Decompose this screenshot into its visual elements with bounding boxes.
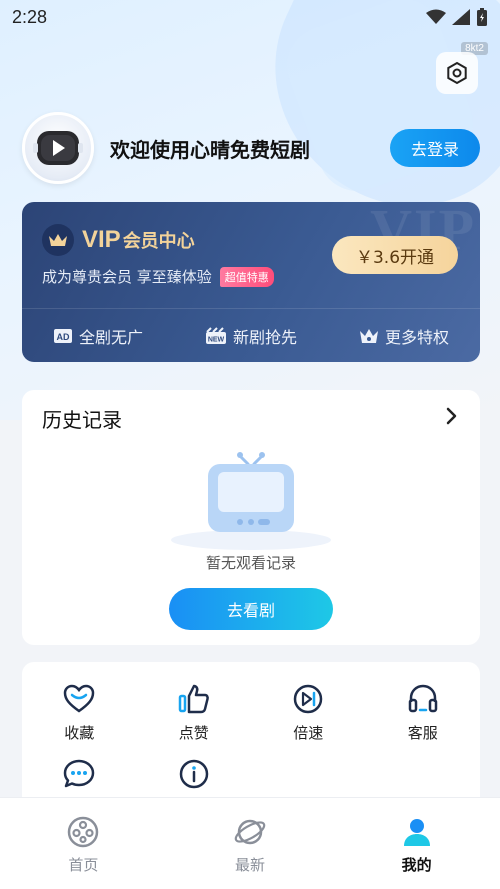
welcome-text: 欢迎使用心晴免费短剧 — [110, 137, 310, 162]
status-time: 2:28 — [12, 6, 48, 27]
divider — [22, 308, 480, 309]
chevron-right-icon — [446, 407, 457, 425]
svg-text:NEW: NEW — [208, 337, 225, 344]
wifi-icon — [426, 9, 446, 24]
thumbs-up-icon — [178, 684, 209, 714]
vip-title: VIP 会员中心 — [42, 224, 195, 256]
vip-subtitle-row: 成为尊贵会员 享至臻体验 超值特惠 — [42, 266, 274, 287]
signal-icon — [452, 9, 470, 25]
tool-label: 倍速 — [293, 724, 324, 742]
settings-button[interactable] — [436, 52, 478, 94]
tool-speed[interactable]: 倍速 — [251, 684, 366, 743]
robot-avatar-icon — [33, 131, 83, 165]
tool-favorites[interactable]: 收藏 — [22, 684, 137, 743]
status-icons — [426, 8, 488, 26]
battery-icon — [477, 8, 487, 26]
nav-label: 我的 — [401, 856, 432, 874]
status-bar: 2:28 — [0, 0, 500, 34]
nav-mine[interactable]: 我的 — [333, 798, 500, 889]
history-title: 历史记录 — [42, 408, 122, 432]
tv-icon — [171, 452, 331, 550]
tool-label: 收藏 — [64, 724, 95, 742]
empty-tv-illustration — [170, 444, 332, 554]
crown-icon — [359, 329, 378, 343]
vip-word: VIP — [82, 226, 121, 253]
history-card: 历史记录 暂无观看记录 去看剧 — [22, 390, 480, 645]
crown-icon — [49, 234, 67, 246]
person-icon — [403, 819, 430, 846]
perk-new-dramas[interactable]: NEW 新剧抢先 — [205, 324, 297, 348]
tool-label: 点赞 — [178, 724, 209, 742]
avatar[interactable] — [22, 112, 94, 184]
vip-perks: AD 全剧无广 NEW 新剧抢先 更多特权 — [22, 310, 480, 362]
perk-label: 更多特权 — [384, 328, 449, 347]
chat-icon — [64, 759, 95, 788]
login-button[interactable]: 去登录 — [390, 129, 480, 167]
nav-label: 最新 — [235, 856, 266, 874]
empty-history-text: 暂无观看记录 — [205, 554, 296, 572]
settings-icon — [447, 61, 467, 85]
perk-label: 全剧无广 — [78, 328, 143, 347]
bottom-nav: 首页 最新 我的 — [0, 797, 500, 889]
crown-badge — [42, 224, 74, 256]
vip-promo-tag: 超值特惠 — [219, 266, 274, 287]
perk-more[interactable]: 更多特权 — [359, 324, 449, 348]
history-more-button[interactable] — [444, 404, 460, 432]
profile-section: 欢迎使用心晴免费短剧 去登录 — [22, 112, 480, 184]
perk-no-ads[interactable]: AD 全剧无广 — [53, 324, 143, 348]
tools-grid: 收藏 点赞 倍速 客服 — [22, 684, 480, 797]
vip-center-label: 会员中心 — [122, 231, 195, 252]
film-reel-icon — [68, 816, 99, 848]
tool-feedback[interactable] — [22, 759, 137, 797]
go-watch-button[interactable]: 去看剧 — [169, 588, 333, 630]
tool-support[interactable]: 客服 — [366, 684, 481, 743]
nav-home[interactable]: 首页 — [0, 798, 167, 889]
nav-latest[interactable]: 最新 — [167, 798, 334, 889]
nav-label: 首页 — [68, 856, 99, 874]
vip-card[interactable]: VIP VIP 会员中心 成为尊贵会员 享至臻体验 超值特惠 ￥3.6开通 AD… — [22, 202, 480, 362]
speed-icon — [294, 684, 323, 714]
perk-label: 新剧抢先 — [232, 328, 297, 347]
svg-text:AD: AD — [56, 332, 69, 342]
new-icon: NEW — [205, 327, 226, 344]
info-icon — [179, 759, 208, 789]
tool-likes[interactable]: 点赞 — [137, 684, 252, 743]
tool-about[interactable] — [137, 759, 252, 797]
headset-icon — [408, 684, 437, 713]
planet-icon — [234, 819, 266, 845]
vip-open-button[interactable]: ￥3.6开通 — [332, 236, 458, 274]
tool-label: 客服 — [407, 724, 438, 742]
vip-subtitle: 成为尊贵会员 享至臻体验 — [42, 268, 212, 286]
heart-icon — [63, 684, 95, 713]
ad-icon: AD — [53, 329, 72, 343]
